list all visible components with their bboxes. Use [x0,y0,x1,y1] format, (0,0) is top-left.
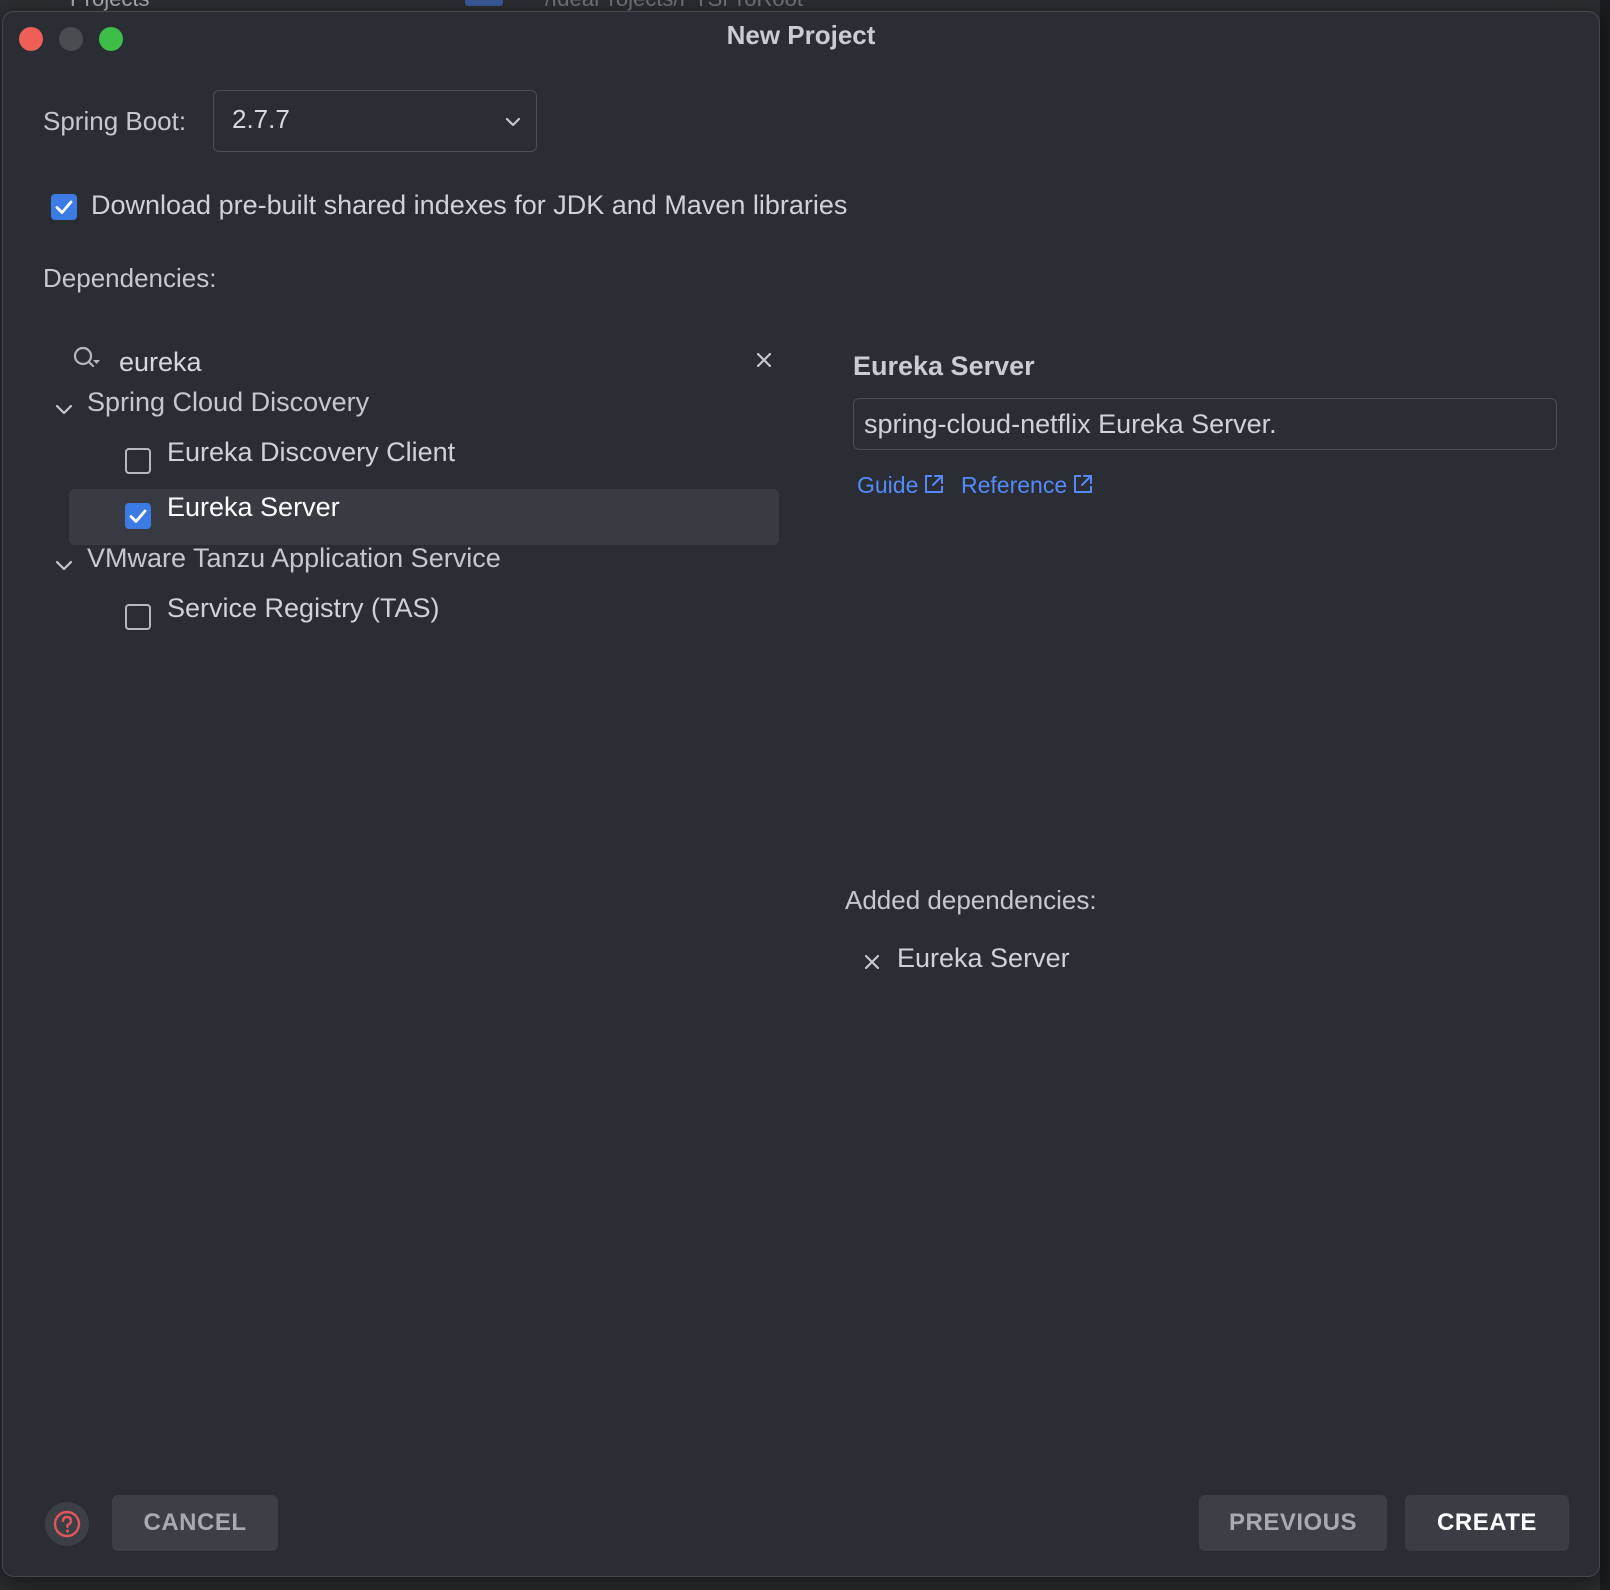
expand-chevron-icon[interactable] [53,399,75,421]
expand-chevron-icon[interactable] [53,555,75,577]
group-vmware-tanzu[interactable]: VMware Tanzu Application Service [87,543,501,574]
detail-description: spring-cloud-netflix Eureka Server. [864,409,1277,439]
dependencies-label: Dependencies: [43,263,217,293]
dialog-title: New Project [726,20,876,50]
service-registry-label[interactable]: Service Registry (TAS) [167,593,440,624]
reference-link[interactable]: Reference [961,472,1095,499]
help-button[interactable] [45,1502,89,1546]
checkmark-icon [129,509,147,523]
external-link-icon [1074,475,1093,493]
dependency-search-input[interactable] [117,341,681,383]
spring-boot-version-value: 2.7.7 [232,104,290,134]
chevron-down-icon [505,117,521,127]
help-icon [53,1510,81,1538]
reference-link-label: Reference [961,472,1068,498]
clear-search-icon[interactable] [751,347,777,373]
cancel-button[interactable]: CANCEL [112,1495,278,1551]
external-link-icon [925,475,944,493]
guide-link[interactable]: Guide [857,472,946,499]
detail-description-box: spring-cloud-netflix Eureka Server. [853,398,1557,450]
background-chip [465,0,503,6]
dependency-search [71,337,781,389]
search-icon [73,346,100,368]
create-button[interactable]: CREATE [1405,1495,1569,1551]
eureka-discovery-client-label[interactable]: Eureka Discovery Client [167,437,455,468]
group-spring-cloud-discovery[interactable]: Spring Cloud Discovery [87,387,369,418]
previous-button[interactable]: PREVIOUS [1199,1495,1387,1551]
service-registry-checkbox[interactable] [125,604,151,630]
download-indexes-checkbox[interactable] [51,194,77,220]
remove-dependency-icon[interactable] [861,951,883,973]
spring-boot-label: Spring Boot: [43,106,187,136]
eureka-server-label[interactable]: Eureka Server [167,492,340,523]
added-dependency-item: Eureka Server [897,943,1070,973]
detail-title: Eureka Server [853,351,1035,381]
added-dependencies-label: Added dependencies: [845,885,1097,915]
background-edge [1600,0,1610,1590]
spring-boot-version-select[interactable]: 2.7.7 [213,90,537,152]
checkmark-icon [55,200,73,214]
eureka-server-checkbox[interactable] [125,503,151,529]
download-indexes-label: Download pre-built shared indexes for JD… [91,190,848,220]
eureka-discovery-client-checkbox[interactable] [125,448,151,474]
guide-link-label: Guide [857,472,919,498]
new-project-dialog: New Project Spring Boot: 2.7.7 Download … [2,11,1600,1577]
